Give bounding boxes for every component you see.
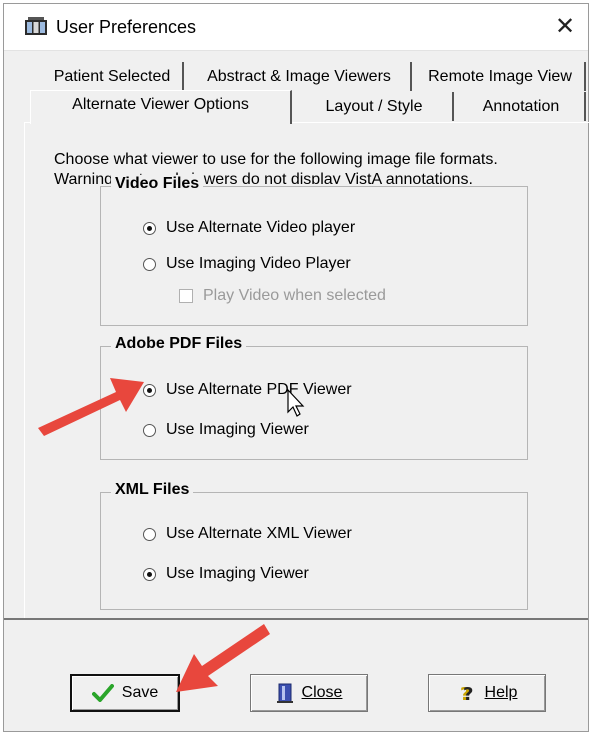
radio-button[interactable]: [143, 567, 156, 581]
red-arrow-pdf: [38, 378, 144, 436]
tab-layout-style[interactable]: Layout / Style: [296, 92, 454, 121]
adobe-pdf-files-group: Adobe PDF Files Use Alternate PDF Viewer…: [100, 335, 528, 460]
save-label: Save: [121, 684, 159, 701]
red-arrow-save: [176, 624, 270, 692]
tab-annotation[interactable]: Annotation: [458, 92, 586, 121]
checkbox-play-video[interactable]: Play Video when selected: [179, 287, 386, 305]
xml-files-legend: XML Files: [111, 481, 194, 499]
title-bar: User Preferences ✕: [4, 4, 588, 51]
tab-abstract-image-viewers[interactable]: Abstract & Image Viewers: [188, 62, 412, 91]
radio-button[interactable]: [143, 221, 156, 235]
radio-alt-video-player[interactable]: Use Alternate Video player: [143, 219, 355, 237]
tab-patient-selected[interactable]: Patient Selected: [42, 62, 184, 91]
svg-text:?: ?: [463, 684, 473, 703]
window-title: User Preferences: [56, 17, 197, 37]
radio-label: Use Alternate XML Viewer: [166, 525, 352, 542]
panel-divider: [4, 618, 588, 620]
radio-label: Use Imaging Viewer: [166, 565, 309, 582]
close-label: Close: [301, 684, 343, 701]
radio-button[interactable]: [143, 527, 156, 541]
radio-xml-imaging-viewer[interactable]: Use Imaging Viewer: [143, 565, 309, 583]
radio-button[interactable]: [143, 257, 156, 271]
user-preferences-dialog: User Preferences ✕ Patient Selected Abst…: [3, 3, 589, 732]
tab-remote-image-view[interactable]: Remote Image View: [416, 62, 586, 91]
checkbox-label: Play Video when selected: [203, 287, 386, 304]
instructions-line-1: Choose what viewer to use for the follow…: [54, 151, 498, 168]
mouse-cursor-icon: [287, 388, 305, 417]
radio-label: Use Alternate PDF Viewer: [166, 381, 352, 398]
save-button[interactable]: Save: [70, 674, 180, 712]
question-icon: ? ?: [457, 683, 477, 703]
pdf-files-legend: Adobe PDF Files: [111, 335, 247, 353]
tab-alternate-viewer-options[interactable]: Alternate Viewer Options: [30, 90, 292, 124]
radio-label: Use Imaging Video Player: [166, 255, 351, 272]
video-files-group: Video Files Use Alternate Video player U…: [100, 175, 528, 326]
help-button[interactable]: ? ? Help: [428, 674, 546, 712]
radio-pdf-imaging-viewer[interactable]: Use Imaging Viewer: [143, 421, 309, 439]
checkbox[interactable]: [179, 289, 193, 303]
radio-alt-pdf-viewer[interactable]: Use Alternate PDF Viewer: [143, 381, 352, 399]
radio-imaging-video-player[interactable]: Use Imaging Video Player: [143, 255, 351, 273]
radio-label: Use Imaging Viewer: [166, 421, 309, 438]
video-files-legend: Video Files: [111, 175, 204, 193]
close-icon[interactable]: ✕: [552, 14, 578, 40]
door-exit-icon: [276, 682, 294, 704]
radio-label: Use Alternate Video player: [166, 219, 356, 236]
help-label: Help: [484, 684, 518, 701]
radio-alt-xml-viewer[interactable]: Use Alternate XML Viewer: [143, 525, 352, 543]
xml-files-group: XML Files Use Alternate XML Viewer Use I…: [100, 481, 528, 610]
app-icon: [25, 17, 47, 35]
checkmark-icon: [91, 684, 114, 702]
